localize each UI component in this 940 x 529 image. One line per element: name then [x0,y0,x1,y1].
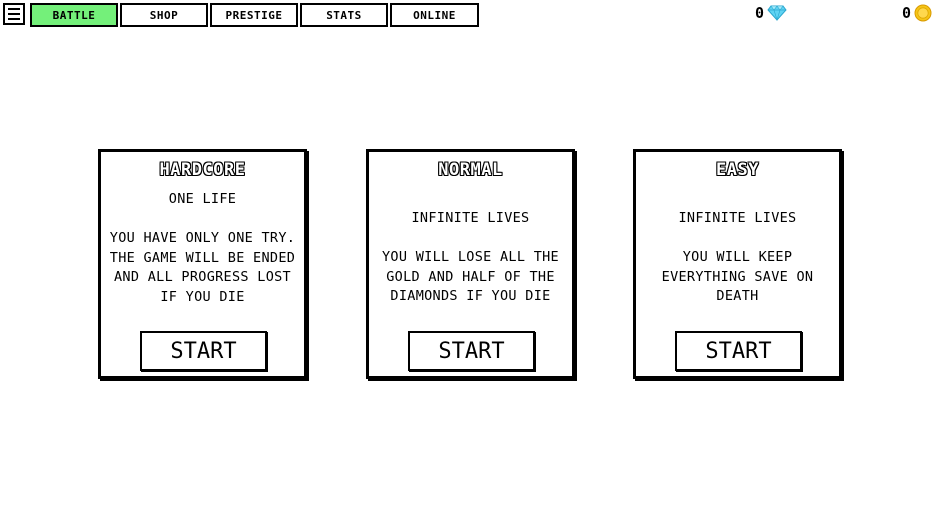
tab-shop[interactable]: SHOP [120,3,208,27]
diamond-icon [767,5,787,21]
tab-stats[interactable]: STATS [300,3,388,27]
mode-title: EASY [716,160,759,180]
gold-counter: 0 [902,4,932,22]
start-button-easy[interactable]: START [675,331,802,371]
mode-card-normal: NORMAL INFINITE LIVES YOU WILL LOSE ALL … [366,149,575,379]
tab-online[interactable]: ONLINE [390,3,479,27]
mode-title: HARDCORE [159,160,246,180]
start-button-normal[interactable]: START [408,331,535,371]
mode-description: YOU HAVE ONLY ONE TRY. THE GAME WILL BE … [109,230,296,305]
mode-description: YOU WILL KEEP EVERYTHING SAVE ON DEATH [661,249,814,305]
mode-lives: ONE LIFE [168,191,237,207]
mode-card-easy: EASY INFINITE LIVES YOU WILL KEEP EVERYT… [633,149,842,379]
tab-prestige[interactable]: PRESTIGE [210,3,298,27]
mode-lives: INFINITE LIVES [411,210,530,226]
mode-title: NORMAL [438,160,503,180]
menu-icon[interactable] [3,3,25,25]
gold-coin-icon [914,4,932,22]
start-button-hardcore[interactable]: START [140,331,267,371]
mode-card-hardcore: HARDCORE ONE LIFE YOU HAVE ONLY ONE TRY.… [98,149,307,379]
mode-description: YOU WILL LOSE ALL THE GOLD AND HALF OF T… [382,249,559,305]
diamond-counter: 0 [755,4,787,22]
mode-lives: INFINITE LIVES [678,210,797,226]
gold-count: 0 [902,4,912,22]
diamond-count: 0 [755,4,765,22]
tab-battle[interactable]: BATTLE [30,3,118,27]
